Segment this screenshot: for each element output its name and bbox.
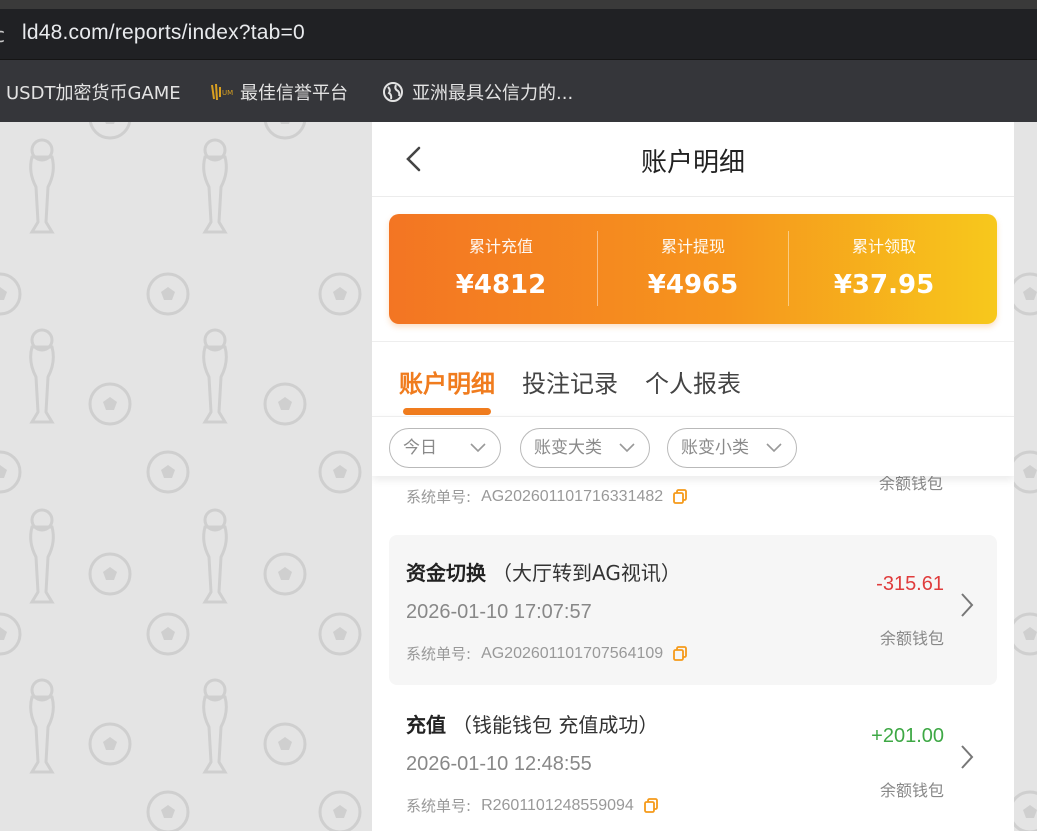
record-type: 资金切换 [406, 561, 486, 585]
summary-card: 累计充值 ¥4812 累计提现 ¥4965 累计领取 ¥37.95 [389, 214, 997, 324]
record-subtitle: （钱能钱包 充值成功） [452, 713, 659, 737]
wallet-label: 余额钱包 [879, 629, 944, 648]
record-amount: -315.61 [876, 573, 944, 595]
filter-subcategory-select[interactable]: 账变小类 [667, 428, 797, 468]
record-time: 2026-01-10 12:48:55 [406, 753, 592, 775]
address-bar[interactable]: c ld48.com/reports/index?tab=0 [0, 9, 1037, 60]
order-value: AG202601101716331482 [481, 487, 664, 505]
stat-value: ¥4812 [455, 270, 547, 300]
order-value: AG202601101707564109 [481, 644, 664, 662]
bookmarks-bar: USDT加密货币GAME UM 最佳信誉平台 亚洲最具公信力的... [0, 60, 1037, 122]
list-item[interactable]: 充值 （钱能钱包 充值成功） 2026-01-10 12:48:55 系统单号: … [389, 687, 997, 831]
list-item[interactable]: 系统单号: AG202601101716331482 余额钱包 [372, 474, 1014, 532]
chevron-down-icon [766, 443, 782, 453]
bookmark-label: USDT加密货币GAME [6, 83, 181, 104]
order-number: 系统单号: R2601101248559094 [406, 795, 658, 816]
filter-label: 账变大类 [534, 438, 602, 458]
stat-total-deposit: 累计充值 ¥4812 [401, 214, 601, 324]
copy-icon[interactable] [673, 646, 688, 661]
record-amount: +201.00 [871, 725, 944, 747]
bookmark-best-platform[interactable]: UM 最佳信誉平台 [210, 79, 348, 105]
chevron-down-icon [619, 443, 635, 453]
stat-label: 累计领取 [851, 237, 916, 256]
copy-icon[interactable] [673, 489, 688, 504]
stat-total-claimed: 累计领取 ¥37.95 [784, 214, 984, 324]
order-number: 系统单号: AG202601101716331482 [406, 486, 688, 507]
filter-label: 今日 [403, 438, 437, 458]
bookmark-usdt[interactable]: USDT加密货币GAME [6, 79, 181, 105]
tab-bar: 账户明细 投注记录 个人报表 [372, 342, 1014, 416]
stat-label: 累计提现 [660, 237, 725, 256]
stat-total-withdraw: 累计提现 ¥4965 [593, 214, 793, 324]
copy-icon[interactable] [643, 798, 658, 813]
stat-value: ¥37.95 [833, 270, 935, 300]
page-header: 账户明细 [372, 122, 1014, 197]
active-tab-indicator [403, 408, 491, 415]
chevron-right-icon[interactable] [959, 742, 975, 772]
order-label: 系统单号: [406, 488, 472, 506]
globe-icon [382, 81, 404, 103]
filter-date-select[interactable]: 今日 [389, 428, 501, 468]
url-text[interactable]: ld48.com/reports/index?tab=0 [22, 21, 305, 45]
site-logo-icon: UM [210, 81, 233, 103]
chevron-right-icon[interactable] [959, 590, 975, 620]
bookmark-label: 最佳信誉平台 [240, 83, 348, 104]
account-details-panel: 账户明细 累计充值 ¥4812 累计提现 ¥4965 累计领取 ¥37.95 账… [372, 122, 1014, 831]
stat-label: 累计充值 [468, 237, 533, 256]
record-type: 充值 [406, 713, 446, 737]
chevron-down-icon [470, 443, 486, 453]
order-label: 系统单号: [406, 645, 472, 663]
site-info-icon[interactable]: c [0, 23, 5, 47]
record-title: 充值 （钱能钱包 充值成功） [406, 709, 658, 738]
filter-bar: 今日 账变大类 账变小类 [372, 416, 1014, 476]
bookmark-label: 亚洲最具公信力的... [412, 83, 574, 104]
filter-category-select[interactable]: 账变大类 [520, 428, 650, 468]
bookmark-asia-credibility[interactable]: 亚洲最具公信力的... [382, 79, 573, 105]
stat-value: ¥4965 [647, 270, 739, 300]
order-number: 系统单号: AG202601101707564109 [406, 643, 688, 664]
page-title: 账户明细 [640, 148, 745, 178]
wallet-label: 余额钱包 [879, 781, 944, 800]
record-time: 2026-01-10 17:07:57 [406, 601, 592, 623]
list-item[interactable]: 资金切换 （大厅转到AG视讯） 2026-01-10 17:07:57 系统单号:… [389, 535, 997, 685]
order-label: 系统单号: [406, 797, 472, 815]
order-value: R2601101248559094 [481, 796, 634, 814]
record-subtitle: （大厅转到AG视讯） [492, 561, 681, 585]
transaction-list: 系统单号: AG202601101716331482 余额钱包 资金切换 （大厅转… [372, 474, 1014, 831]
tab-account-details[interactable]: 账户明细 [399, 364, 495, 399]
tab-bet-records[interactable]: 投注记录 [522, 364, 618, 399]
filter-label: 账变小类 [681, 438, 749, 458]
svg-text:UM: UM [222, 89, 233, 97]
tab-personal-report[interactable]: 个人报表 [645, 364, 741, 399]
record-title: 资金切换 （大厅转到AG视讯） [406, 557, 681, 586]
window-top-strip [0, 0, 1037, 9]
